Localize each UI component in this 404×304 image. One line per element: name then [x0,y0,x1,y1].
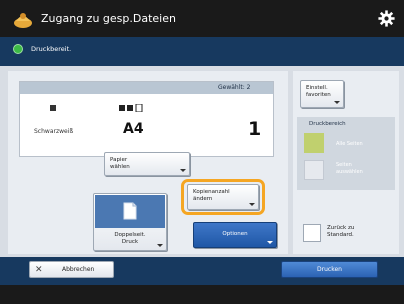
cancel-button[interactable]: ✕ Abbrechen [29,261,114,278]
title-bar: Zugang zu gesp.Dateien [0,0,404,37]
cancel-label: Abbrechen [62,266,95,273]
select-pages-label: Seiten auswählen [336,162,363,175]
settings-summary: Gewählt: 2 [19,81,274,157]
print-range-label: Druckbereich [309,121,346,127]
change-copies-button[interactable]: Kopienanzahl ändern [187,184,259,210]
copies-value: 1 [248,118,262,140]
print-button[interactable]: Drucken [281,261,378,278]
status-bar: Druckbereit. [0,37,404,66]
favorite-settings-button[interactable]: Einstell. favoriten [300,80,344,108]
duplex-icon-area [95,195,165,228]
paper-size-value: A4 [123,121,144,137]
selected-count: Gewählt: 2 [218,84,251,91]
summary-header: Gewählt: 2 [20,82,273,94]
color-mode-icon [50,105,56,111]
status-ok-icon [13,44,23,54]
color-mode-label: Schwarzweiß [34,128,74,135]
change-copies-label: Kopienanzahl ändern [193,189,230,202]
select-paper-label: Papier wählen [110,157,130,170]
gear-icon[interactable] [378,10,395,27]
select-paper-button[interactable]: Papier wählen [104,152,190,176]
print-label: Drucken [317,266,342,273]
paper-tray-icon [119,104,143,112]
favorite-settings-label: Einstell. favoriten [306,85,331,98]
options-button[interactable]: Optionen [193,222,277,248]
print-range-group: Druckbereich Alle Seiten Seiten auswähle… [297,117,395,190]
return-to-default-checkbox[interactable] [303,224,321,242]
dropdown-arrow-icon [157,244,163,247]
return-to-default-label: Zurück zu Standard. [327,225,355,238]
footer-bar [0,285,404,304]
select-pages-option[interactable] [304,160,324,180]
duplex-print-button[interactable]: Doppelseit. Druck [93,193,167,251]
close-icon: ✕ [35,265,43,275]
folder-app-icon [14,13,32,28]
all-pages-label: Alle Seiten [336,141,363,147]
dropdown-arrow-icon [334,101,340,104]
duplex-print-label: Doppelseit. Druck [114,232,146,245]
window-title: Zugang zu gesp.Dateien [41,12,176,25]
duplex-page-icon [123,202,137,220]
options-label: Optionen [222,231,248,237]
status-text: Druckbereit. [31,45,72,53]
dropdown-arrow-icon [180,169,186,172]
dropdown-arrow-icon [249,203,255,206]
dropdown-arrow-icon [267,241,273,244]
all-pages-option[interactable] [304,133,324,153]
